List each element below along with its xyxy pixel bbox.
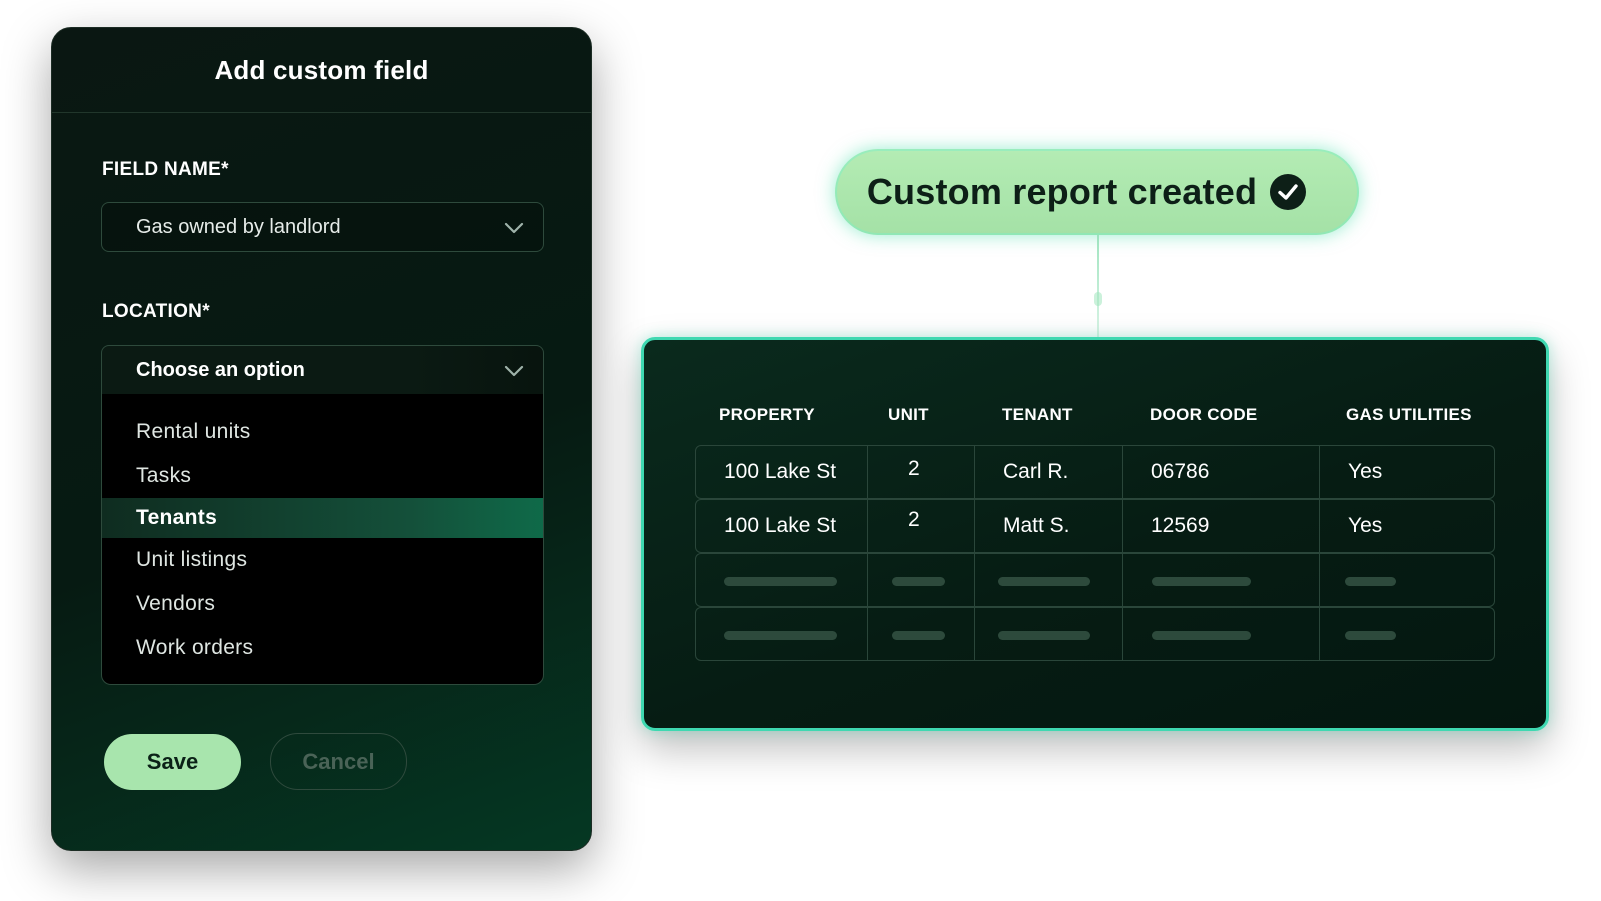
add-custom-field-modal: Add custom field FIELD NAME* Gas owned b… [51,27,592,851]
check-circle-icon [1270,174,1307,210]
connector-dot [1094,292,1102,306]
dropdown-option-rental-units[interactable]: Rental units [102,410,543,454]
column-header-property: PROPERTY [719,405,815,424]
column-divider [867,446,868,498]
column-header-unit: UNIT [888,405,929,424]
skeleton-bar [998,577,1090,586]
column-divider [974,554,975,606]
chevron-down-icon [504,222,524,234]
table-row: 100 Lake St 2 Matt S. 12569 Yes [695,499,1495,553]
cell-gas-utilities: Yes [1348,460,1383,483]
skeleton-bar [724,577,837,586]
column-divider [1122,554,1123,606]
column-divider [974,500,975,552]
toast-message: Custom report created [866,171,1258,212]
modal-title: Add custom field [214,54,429,85]
cell-unit: 2 [908,508,920,531]
dropdown-option-vendors[interactable]: Vendors [102,582,543,626]
column-header-tenant: TENANT [1002,405,1073,424]
custom-report-panel: PROPERTY UNIT TENANT DOOR CODE GAS UTILI… [641,337,1549,731]
cell-property: 100 Lake St [724,460,837,483]
cell-tenant: Carl R. [1003,460,1069,483]
location-label: LOCATION* [102,301,210,322]
column-divider [1122,608,1123,660]
column-header-door-code: DOOR CODE [1150,405,1258,424]
dropdown-option-tasks[interactable]: Tasks [102,454,543,498]
placeholder-row [695,553,1495,607]
column-divider [867,500,868,552]
chevron-down-icon [504,365,524,377]
skeleton-bar [1345,631,1396,640]
cell-door-code: 12569 [1151,514,1210,537]
cell-unit: 2 [908,457,920,480]
skeleton-bar [892,631,945,640]
field-name-value: Gas owned by landlord [136,215,341,238]
placeholder-row [695,607,1495,661]
connector-line [1097,235,1099,338]
location-placeholder: Choose an option [136,358,305,381]
column-divider [1122,500,1123,552]
dropdown-option-unit-listings[interactable]: Unit listings [102,538,543,582]
modal-header: Add custom field [52,28,591,113]
success-toast: Custom report created [835,149,1359,235]
skeleton-bar [998,631,1090,640]
cancel-button[interactable]: Cancel [270,733,407,790]
cell-gas-utilities: Yes [1348,514,1383,537]
column-divider [1319,554,1320,606]
cell-door-code: 06786 [1151,460,1210,483]
column-divider [1319,446,1320,498]
canvas: Add custom field FIELD NAME* Gas owned b… [0,0,1601,901]
cell-property: 100 Lake St [724,514,837,537]
dropdown-option-tenants[interactable]: Tenants [102,498,543,538]
save-button[interactable]: Save [104,734,241,790]
skeleton-bar [1152,577,1251,586]
field-name-label: FIELD NAME* [102,159,229,180]
skeleton-bar [1152,631,1251,640]
skeleton-bar [1345,577,1396,586]
column-divider [1122,446,1123,498]
column-divider [867,554,868,606]
skeleton-bar [724,631,837,640]
skeleton-bar [892,577,945,586]
cell-tenant: Matt S. [1003,514,1070,537]
column-divider [974,446,975,498]
column-divider [867,608,868,660]
column-divider [1319,608,1320,660]
location-select[interactable]: Choose an option [101,345,544,395]
column-divider [974,608,975,660]
column-header-gas-utilities: GAS UTILITIES [1346,405,1472,424]
column-divider [1319,500,1320,552]
field-name-select[interactable]: Gas owned by landlord [101,202,544,252]
table-row: 100 Lake St 2 Carl R. 06786 Yes [695,445,1495,499]
dropdown-option-work-orders[interactable]: Work orders [102,626,543,670]
location-dropdown: Rental units Tasks Tenants Unit listings… [101,394,544,685]
